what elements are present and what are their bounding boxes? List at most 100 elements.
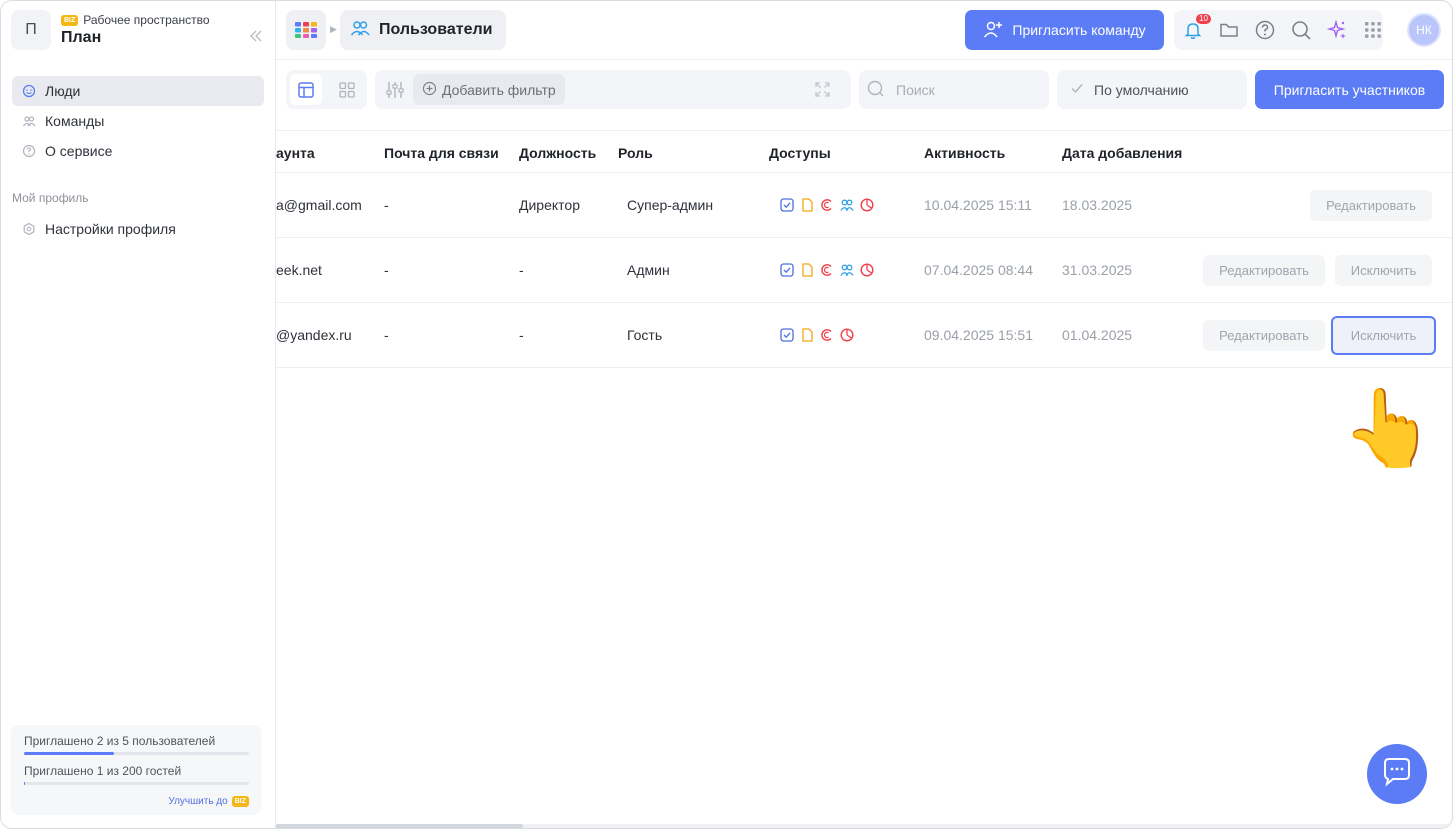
sidebar-item-label: О сервисе: [45, 143, 113, 159]
added-date-cell: 31.03.2025: [1062, 262, 1133, 278]
team-icon: [22, 114, 36, 128]
breadcrumb[interactable]: Пользователи: [340, 10, 507, 50]
sort-select[interactable]: По умолчанию: [1057, 70, 1247, 109]
filter-bar: Добавить фильтр: [375, 70, 851, 109]
role-cell[interactable]: Гость: [627, 327, 662, 343]
docs-icon: [800, 263, 814, 277]
sidebar-item-people[interactable]: Люди: [12, 76, 264, 106]
guests-usage-bar: [24, 782, 249, 785]
help-icon: [1255, 20, 1275, 40]
user-avatar[interactable]: НК: [1407, 13, 1441, 47]
docs-icon: [800, 328, 814, 342]
workspace-switcher[interactable]: П BIZ Рабочее пространство План: [11, 10, 266, 50]
users-usage-label: Приглашено 2 из 5 пользователей: [24, 734, 216, 748]
top-bar: ▶ Пользователи Пригласить команду 10 НК: [276, 1, 1452, 60]
grid-view-icon: [339, 81, 355, 98]
upgrade-link[interactable]: Улучшить до BIZ: [168, 796, 249, 807]
column-header-access[interactable]: Доступы: [769, 145, 831, 161]
column-header-contact-email[interactable]: Почта для связи: [384, 145, 499, 161]
workspace-avatar: П: [11, 10, 51, 50]
search-button[interactable]: [1291, 20, 1311, 40]
collapse-sidebar-icon[interactable]: [248, 28, 268, 48]
analytics-icon: [860, 198, 874, 212]
expand-icon[interactable]: [814, 81, 831, 101]
edit-button[interactable]: Редактировать: [1203, 255, 1325, 286]
table-row[interactable]: a@gmail.com - Директор Супер-админ 10.04…: [276, 173, 1452, 238]
column-header-position[interactable]: Должность: [519, 145, 596, 161]
team-icon: [840, 198, 854, 212]
role-cell[interactable]: Админ: [627, 262, 670, 278]
guests-usage-label: Приглашено 1 из 200 гостей: [24, 764, 182, 778]
support-chat-button[interactable]: [1367, 744, 1427, 804]
help-button[interactable]: [1255, 20, 1275, 40]
sidebar-item-label: Настройки профиля: [45, 221, 176, 237]
table-view-icon: [298, 81, 314, 98]
edit-button[interactable]: Редактировать: [1203, 320, 1325, 351]
workspace-name: План: [61, 29, 102, 46]
toolbar: Добавить фильтр По умолчанию Пригласить …: [276, 60, 1452, 130]
breadcrumb-separator-icon: ▶: [330, 24, 337, 34]
contact-email-cell: -: [384, 327, 389, 343]
activity-cell: 07.04.2025 08:44: [924, 262, 1033, 278]
analytics-icon: [860, 263, 874, 277]
chat-bubble-icon: [1384, 758, 1410, 787]
table-row[interactable]: eek.net - - Админ 07.04.2025 08:44 31.03…: [276, 238, 1452, 303]
apps-grid-button[interactable]: [286, 10, 326, 50]
users-table: аунта Почта для связи Должность Роль Дос…: [276, 130, 1452, 368]
sort-label: По умолчанию: [1094, 81, 1189, 98]
folder-button[interactable]: [1219, 20, 1239, 40]
upgrade-label: Улучшить до: [168, 796, 228, 807]
column-header-added[interactable]: Дата добавления: [1062, 145, 1182, 161]
account-cell: a@gmail.com: [276, 197, 362, 213]
profile-nav: Настройки профиля: [12, 214, 264, 244]
header-actions: 10: [1174, 10, 1383, 50]
check-icon: [1070, 81, 1084, 98]
column-header-activity[interactable]: Активность: [924, 145, 1005, 161]
sidebar-item-teams[interactable]: Команды: [12, 106, 264, 136]
grid-view-button[interactable]: [331, 74, 363, 105]
users-icon: [350, 19, 370, 42]
invite-team-button[interactable]: Пригласить команду: [965, 10, 1164, 50]
usage-panel: Приглашено 2 из 5 пользователей Приглаше…: [11, 725, 261, 815]
add-filter-label: Добавить фильтр: [442, 81, 556, 98]
account-cell: @yandex.ru: [276, 327, 352, 343]
column-header-role[interactable]: Роль: [618, 145, 653, 161]
smile-icon: [22, 84, 36, 98]
invite-members-button[interactable]: Пригласить участников: [1255, 70, 1444, 109]
notifications-button[interactable]: 10: [1183, 14, 1211, 40]
add-filter-button[interactable]: Добавить фильтр: [413, 74, 565, 105]
access-icons: [780, 328, 854, 342]
workspace-subtitle-text: Рабочее пространство: [83, 13, 210, 27]
analytics-icon: [840, 328, 854, 342]
team-icon: [840, 263, 854, 277]
search-icon: [1292, 21, 1311, 40]
horizontal-scrollbar[interactable]: [276, 824, 1452, 828]
filter-settings-icon[interactable]: [385, 80, 405, 103]
exclude-button[interactable]: Исключить: [1335, 255, 1432, 286]
search-box[interactable]: [859, 70, 1049, 109]
table-view-button[interactable]: [290, 74, 322, 105]
edit-button[interactable]: Редактировать: [1310, 190, 1432, 221]
added-date-cell: 18.03.2025: [1062, 197, 1133, 213]
scrollbar-thumb[interactable]: [276, 824, 523, 828]
view-switcher: [286, 70, 367, 109]
breadcrumb-label: Пользователи: [379, 21, 493, 38]
exclude-button[interactable]: Исключить: [1331, 316, 1436, 355]
settings-hex-icon: [22, 222, 36, 236]
upgrade-biz-badge: BIZ: [231, 796, 249, 807]
search-input[interactable]: [896, 81, 1036, 98]
column-header-account[interactable]: аунта: [276, 145, 315, 161]
apps-menu-button[interactable]: [1363, 20, 1383, 40]
contact-email-cell: -: [384, 197, 389, 213]
table-row[interactable]: @yandex.ru - - Гость 09.04.2025 15:51 01…: [276, 303, 1452, 368]
sidebar-item-about[interactable]: О сервисе: [12, 136, 264, 166]
tasks-icon: [780, 263, 794, 277]
sidebar-item-profile-settings[interactable]: Настройки профиля: [12, 214, 264, 244]
sidebar-item-label: Команды: [45, 113, 105, 129]
sparkles-icon: [1327, 20, 1346, 39]
role-cell[interactable]: Супер-админ: [627, 197, 713, 213]
invite-team-label: Пригласить команду: [1012, 22, 1146, 38]
users-usage-bar: [24, 752, 249, 755]
biz-badge: BIZ: [61, 14, 79, 26]
ai-button[interactable]: [1327, 20, 1347, 40]
